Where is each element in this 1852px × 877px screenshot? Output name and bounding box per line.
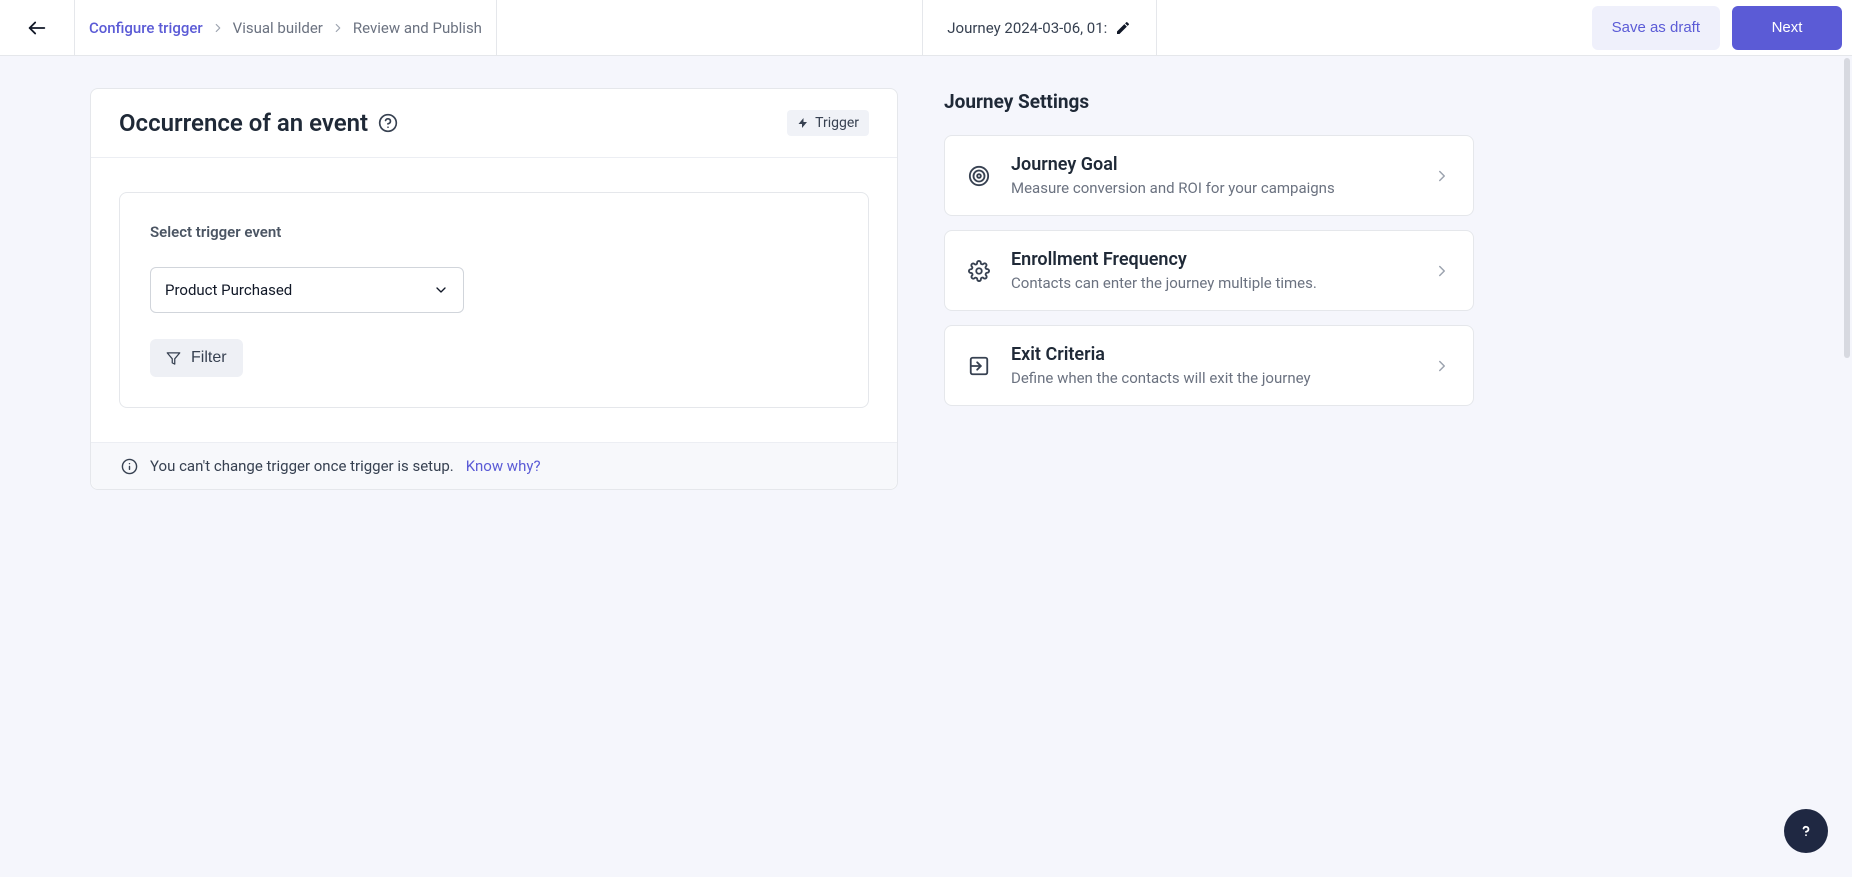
journey-title: Journey 2024-03-06, 01: xyxy=(947,19,1107,37)
pencil-icon xyxy=(1115,20,1131,36)
save-draft-button[interactable]: Save as draft xyxy=(1592,6,1720,50)
trigger-event-value: Product Purchased xyxy=(165,281,292,299)
trigger-config-box: Select trigger event Product Purchased F… xyxy=(119,192,869,408)
setting-desc: Contacts can enter the journey multiple … xyxy=(1011,274,1413,292)
right-column: Journey Settings Journey Goal Measure co… xyxy=(944,88,1474,877)
breadcrumb-configure-trigger[interactable]: Configure trigger xyxy=(89,19,203,37)
next-button[interactable]: Next xyxy=(1732,6,1842,50)
breadcrumb-visual-builder[interactable]: Visual builder xyxy=(233,19,323,37)
setting-desc: Measure conversion and ROI for your camp… xyxy=(1011,179,1413,197)
chevron-right-icon xyxy=(1433,357,1451,375)
filter-button-label: Filter xyxy=(191,349,227,367)
breadcrumb-review-publish[interactable]: Review and Publish xyxy=(353,19,482,37)
select-trigger-label: Select trigger event xyxy=(150,223,838,241)
setting-enrollment-frequency[interactable]: Enrollment Frequency Contacts can enter … xyxy=(944,230,1474,311)
target-icon xyxy=(968,165,990,187)
trigger-event-select[interactable]: Product Purchased xyxy=(150,267,464,313)
trigger-card-header: Occurrence of an event Trigger xyxy=(91,89,897,158)
chevron-right-icon xyxy=(211,21,225,35)
chevron-right-icon xyxy=(1433,167,1451,185)
setting-title: Enrollment Frequency xyxy=(1011,249,1413,270)
trigger-card: Occurrence of an event Trigger Select tr… xyxy=(90,88,898,490)
chevron-down-icon xyxy=(433,282,449,298)
edit-title-button[interactable] xyxy=(1115,20,1131,36)
content-area: Occurrence of an event Trigger Select tr… xyxy=(0,56,1852,877)
journey-title-cell: Journey 2024-03-06, 01: xyxy=(922,0,1157,55)
filter-button[interactable]: Filter xyxy=(150,339,243,377)
question-circle-icon xyxy=(378,113,398,133)
help-fab-button[interactable] xyxy=(1784,809,1828,853)
chevron-right-icon xyxy=(331,21,345,35)
breadcrumb: Configure trigger Visual builder Review … xyxy=(75,0,497,55)
left-column: Occurrence of an event Trigger Select tr… xyxy=(90,88,898,877)
setting-desc: Define when the contacts will exit the j… xyxy=(1011,369,1413,387)
exit-icon xyxy=(968,355,990,377)
trigger-card-footer: You can't change trigger once trigger is… xyxy=(91,442,897,489)
trigger-footer-text: You can't change trigger once trigger is… xyxy=(150,457,454,475)
scrollbar[interactable] xyxy=(1844,58,1850,358)
know-why-link[interactable]: Know why? xyxy=(466,457,541,475)
question-icon xyxy=(1796,821,1816,841)
back-button[interactable] xyxy=(0,0,75,55)
setting-journey-goal[interactable]: Journey Goal Measure conversion and ROI … xyxy=(944,135,1474,216)
journey-settings-heading: Journey Settings xyxy=(944,90,1474,113)
trigger-card-body: Select trigger event Product Purchased F… xyxy=(91,158,897,442)
trigger-card-title: Occurrence of an event xyxy=(119,109,398,137)
trigger-badge-label: Trigger xyxy=(815,115,859,131)
info-icon xyxy=(121,458,138,475)
setting-title: Exit Criteria xyxy=(1011,344,1413,365)
setting-title: Journey Goal xyxy=(1011,154,1413,175)
trigger-badge: Trigger xyxy=(787,110,869,136)
lightning-icon xyxy=(797,117,809,129)
filter-icon xyxy=(166,351,181,366)
trigger-title-text: Occurrence of an event xyxy=(119,109,368,137)
setting-exit-criteria[interactable]: Exit Criteria Define when the contacts w… xyxy=(944,325,1474,406)
arrow-left-icon xyxy=(26,17,48,39)
trigger-help-button[interactable] xyxy=(378,113,398,133)
gear-icon xyxy=(968,260,990,282)
header-actions: Save as draft Next xyxy=(1582,0,1852,55)
top-bar: Configure trigger Visual builder Review … xyxy=(0,0,1852,56)
chevron-right-icon xyxy=(1433,262,1451,280)
